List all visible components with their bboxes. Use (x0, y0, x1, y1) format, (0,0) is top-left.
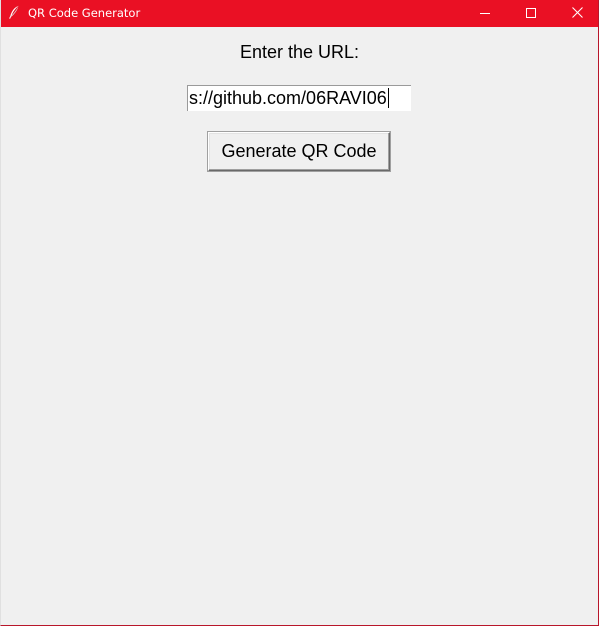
title-bar[interactable]: QR Code Generator (1, 0, 598, 27)
url-prompt-label: Enter the URL: (239, 42, 360, 62)
minimize-icon (480, 7, 490, 21)
generate-qr-button[interactable]: Generate QR Code (208, 132, 390, 171)
text-caret (387, 88, 389, 108)
maximize-button[interactable] (508, 0, 554, 27)
close-icon (571, 6, 583, 21)
url-input[interactable]: s://github.com/06RAVI06 (187, 85, 411, 111)
close-button[interactable] (554, 0, 598, 27)
feather-icon (8, 5, 20, 19)
client-area: Enter the URL: s://github.com/06RAVI06 G… (1, 27, 598, 625)
window-title: QR Code Generator (28, 6, 141, 20)
minimize-button[interactable] (462, 0, 508, 27)
app-window: QR Code Generator Enter the URL: s://git… (0, 0, 599, 626)
url-input-value: s://github.com/06RAVI06 (189, 88, 389, 108)
maximize-icon (526, 7, 536, 21)
